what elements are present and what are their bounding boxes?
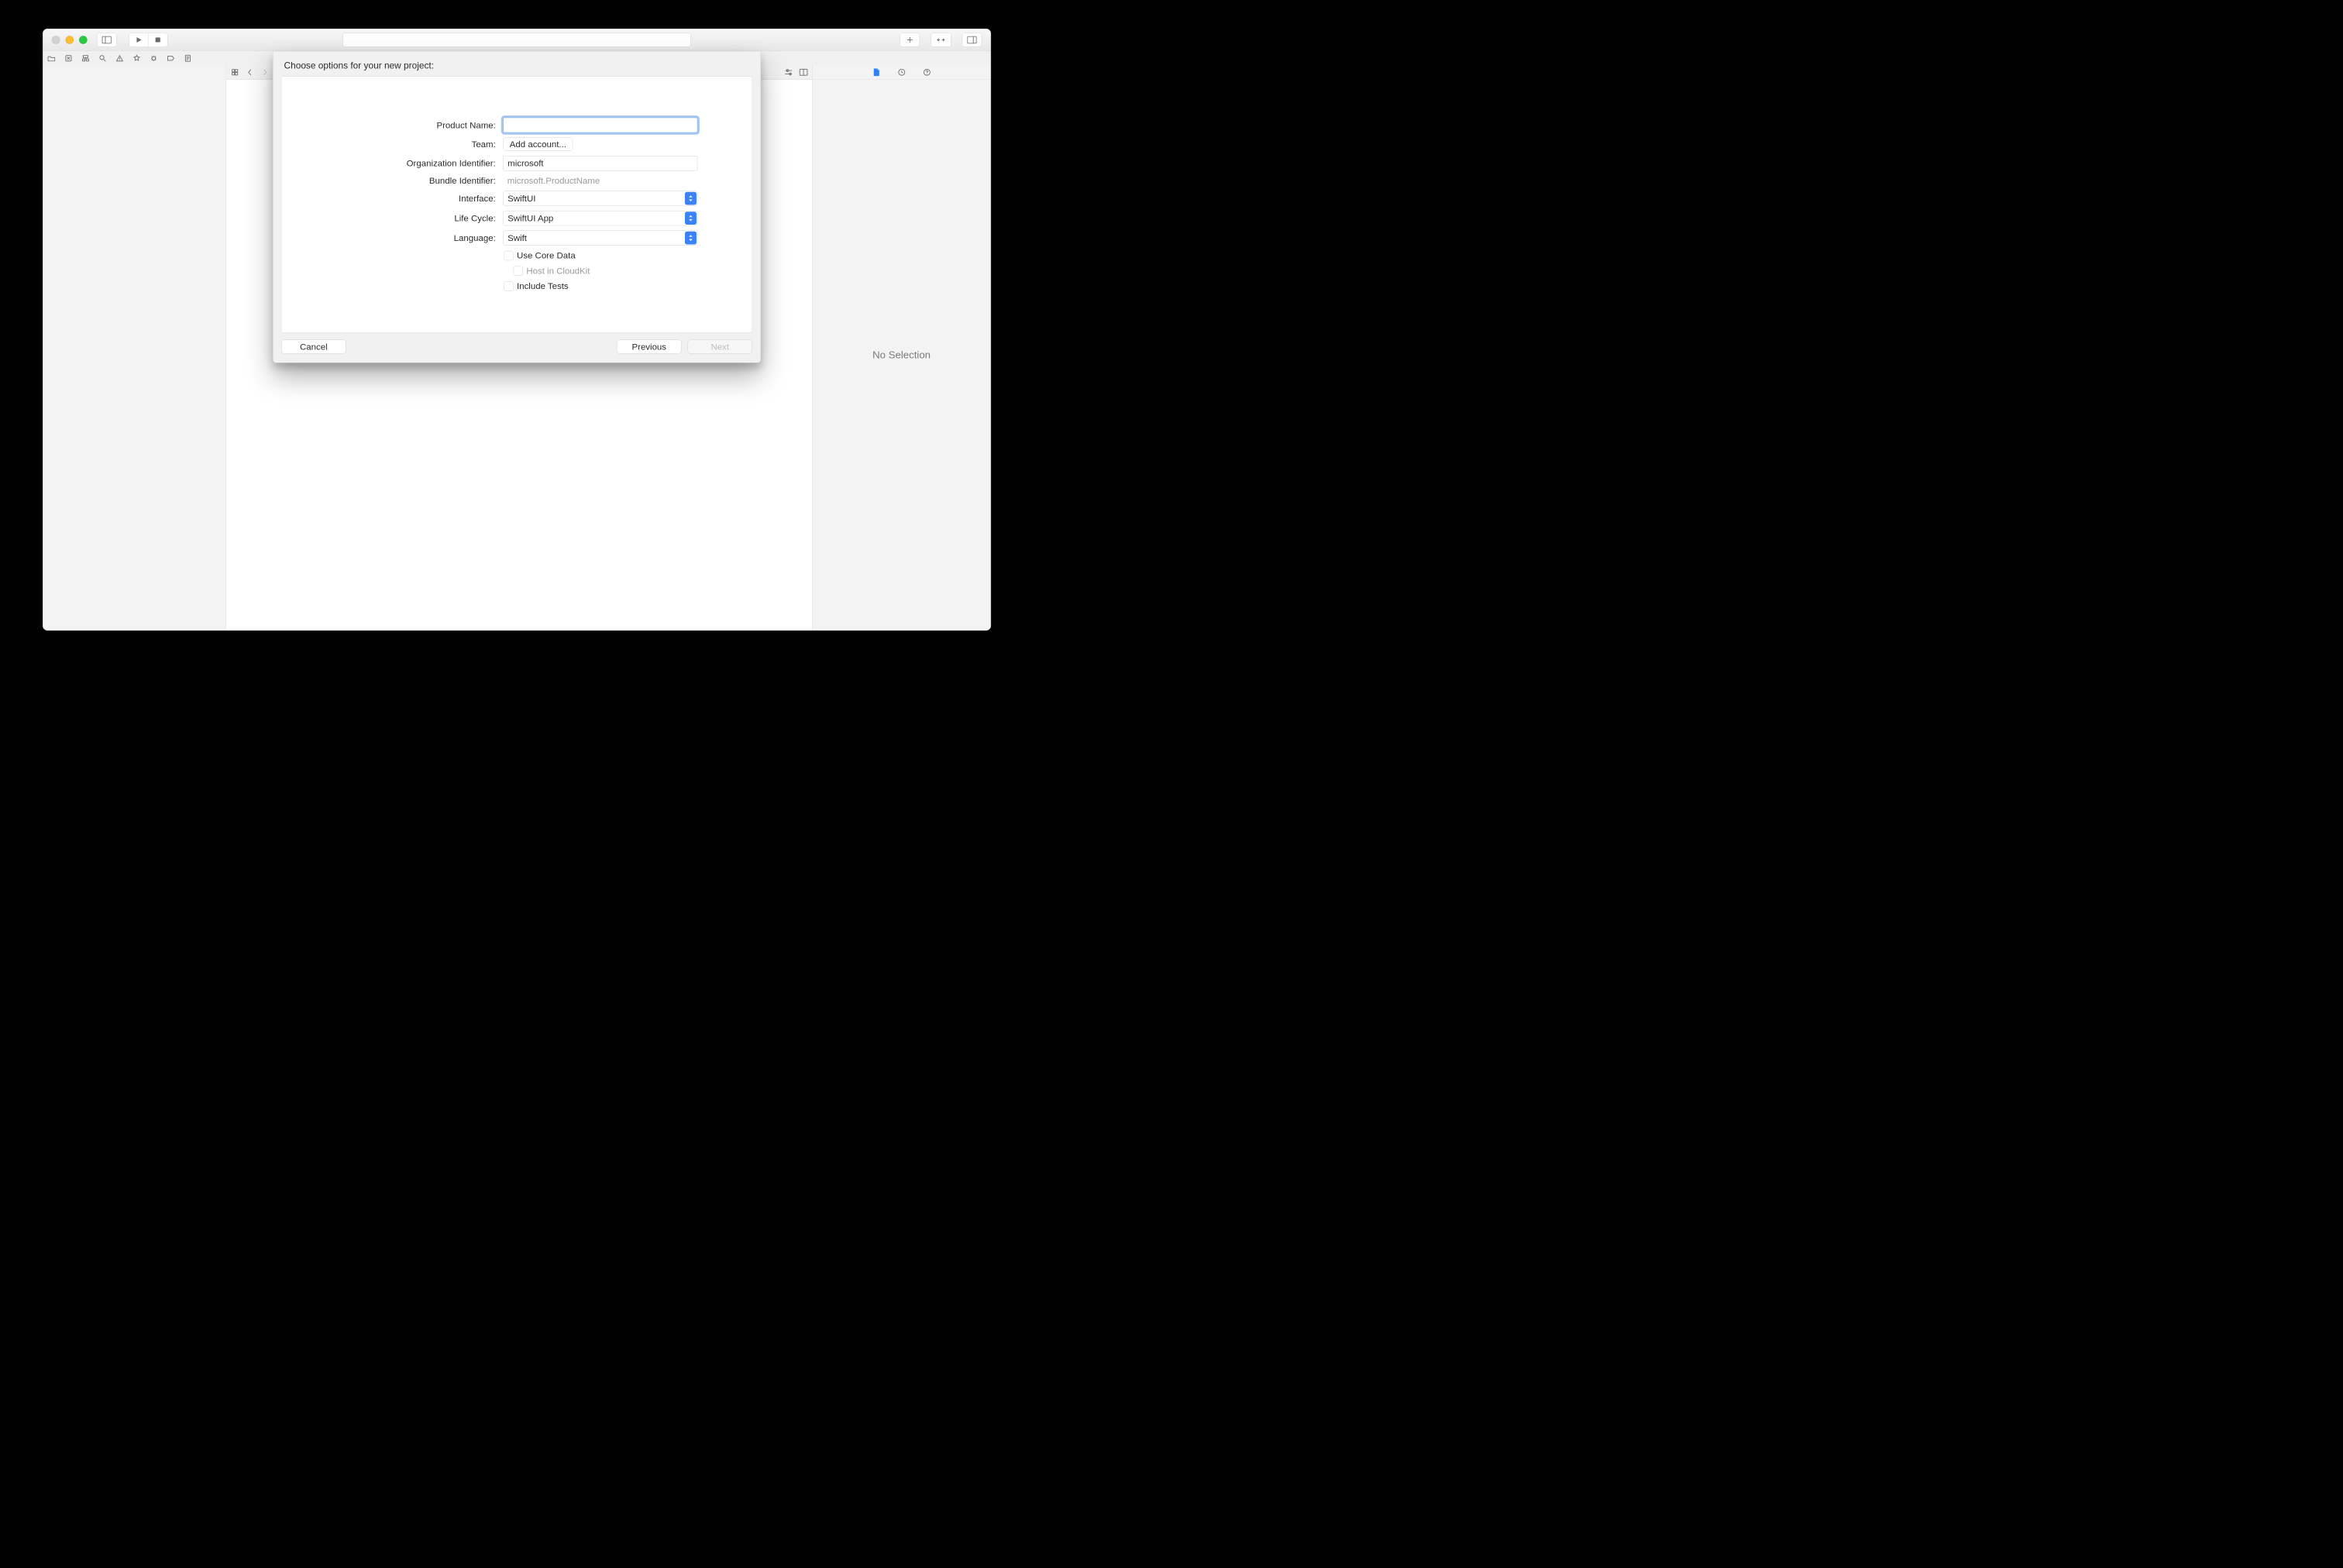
library-button[interactable] [900,33,920,47]
add-editor-icon[interactable] [799,68,807,77]
activity-viewer[interactable] [342,33,691,46]
sidebar-toggle-group [97,33,117,46]
inspector-tabs [813,65,991,80]
screenshot-stage: No Selection [0,0,1031,690]
product-name-label: Product Name: [436,120,495,131]
cancel-button[interactable]: Cancel [281,339,346,353]
adjust-editor-options-icon[interactable] [784,68,793,77]
host-cloudkit-checkbox [514,266,523,275]
traffic-close[interactable] [52,36,60,44]
form: Product Name: Team: Add account... Organ… [336,118,697,291]
report-navigator-icon[interactable] [184,54,192,63]
include-tests-label: Include Tests [517,281,569,292]
use-core-data-row[interactable]: Use Core Data [503,250,697,261]
xcode-window: No Selection [43,29,991,631]
interface-select-value: SwiftUI [507,193,535,204]
library-button-group [900,33,920,46]
sheet-title: Choose options for your new project: [273,51,760,76]
language-select-value: Swift [507,232,527,243]
file-doc-icon[interactable] [872,68,880,77]
stop-button[interactable] [148,33,167,47]
inspector-empty-text: No Selection [872,349,931,361]
add-account-button[interactable]: Add account... [503,137,573,151]
run-stop-group [129,33,167,46]
org-id-input[interactable] [503,156,697,170]
use-core-data-checkbox[interactable] [504,251,513,260]
include-tests-checkbox[interactable] [504,281,513,291]
related-items-icon[interactable] [230,68,239,77]
breakpoint-navigator-icon[interactable] [167,54,175,63]
team-label: Team: [472,139,496,150]
bundle-id-value: microsoft.ProductName [503,176,600,187]
next-button: Next [687,339,752,353]
include-tests-row[interactable]: Include Tests [503,281,697,292]
sheet-body: Product Name: Team: Add account... Organ… [281,77,752,333]
jump-bar-right [784,68,808,77]
interface-select[interactable]: SwiftUI [503,191,697,205]
project-navigator-icon[interactable] [47,54,56,63]
host-cloudkit-label: Host in CloudKit [526,266,590,277]
select-stepper-icon [685,232,697,245]
toggle-left-sidebar-button[interactable] [97,33,116,47]
symbol-navigator-icon[interactable] [81,54,90,63]
traffic-minimize[interactable] [65,36,74,44]
history-icon[interactable] [897,68,906,77]
left-pane [43,65,226,631]
source-control-navigator-icon[interactable] [64,54,73,63]
new-project-sheet: Choose options for your new project: Pro… [273,51,761,363]
forward-icon[interactable] [260,68,269,77]
product-name-input[interactable] [503,118,697,132]
life-cycle-select-value: SwiftUI App [507,213,553,224]
life-cycle-label: Life Cycle: [454,213,495,224]
right-pane: No Selection [812,65,991,631]
traffic-zoom[interactable] [79,36,88,44]
code-review-button-group [931,33,951,46]
issue-navigator-icon[interactable] [115,54,124,63]
traffic-lights [52,36,88,44]
sheet-footer: Cancel Previous Next [273,332,760,353]
code-review-button[interactable] [931,33,951,47]
find-navigator-icon[interactable] [98,54,107,63]
use-core-data-label: Use Core Data [517,250,576,261]
org-id-label: Organization Identifier: [407,158,496,169]
interface-label: Interface: [459,193,496,204]
back-icon[interactable] [246,68,254,77]
select-stepper-icon [685,211,697,225]
run-button[interactable] [129,33,149,47]
help-icon[interactable] [922,68,931,77]
select-stepper-icon [685,192,697,205]
toggle-right-sidebar-button[interactable] [962,33,982,47]
debug-navigator-icon[interactable] [150,54,158,63]
inspector-body: No Selection [813,80,991,631]
previous-button[interactable]: Previous [617,339,682,353]
titlebar [43,29,990,51]
host-cloudkit-row: Host in CloudKit [513,266,697,277]
test-navigator-icon[interactable] [132,54,141,63]
life-cycle-select[interactable]: SwiftUI App [503,211,697,225]
right-sidebar-toggle-group [962,33,982,46]
language-select[interactable]: Swift [503,230,697,245]
bundle-id-label: Bundle Identifier: [429,176,496,187]
language-label: Language: [454,232,496,243]
navigator-tabs [47,54,192,63]
